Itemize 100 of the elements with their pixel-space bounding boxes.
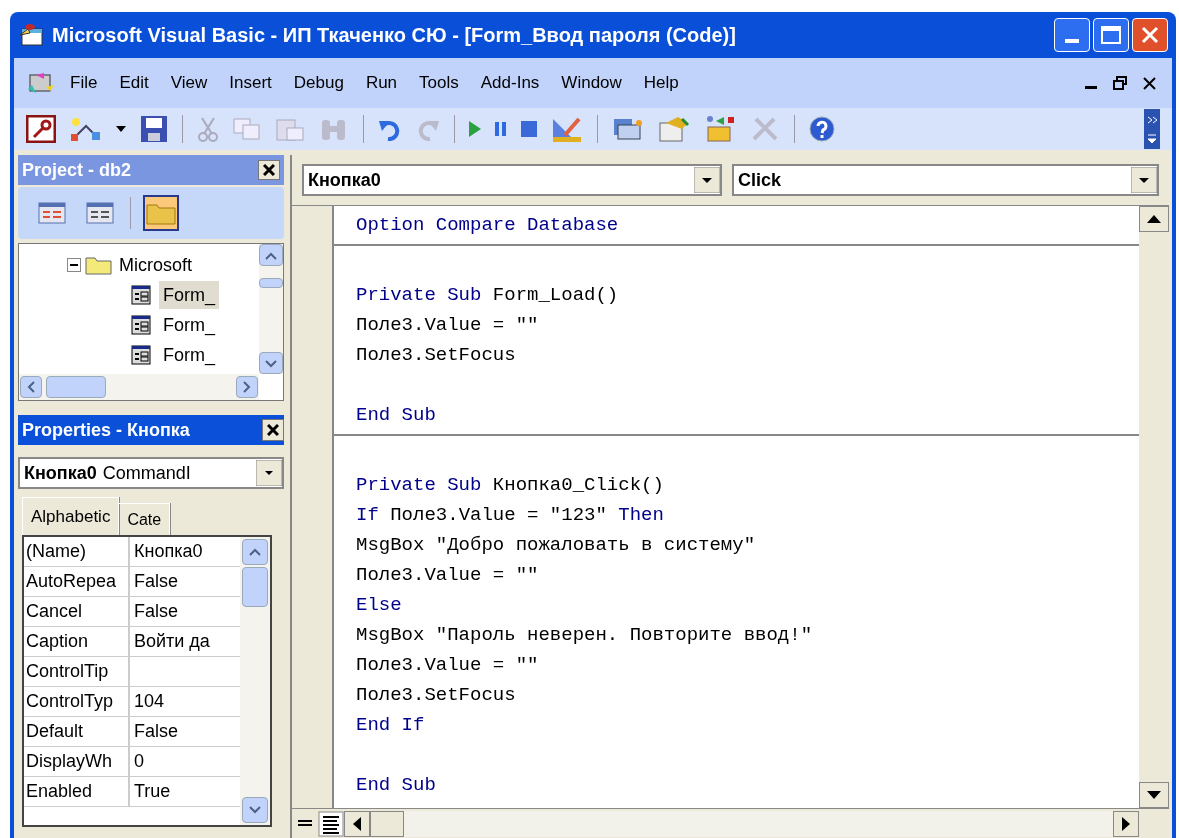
close-icon [267,424,279,436]
object-dropdown[interactable]: Кнопка0 CommandI [18,457,284,489]
folder-icon [146,201,176,225]
code-line: Поле3.Value = "" [355,653,540,678]
menu-item[interactable]: Insert [229,70,272,96]
full-module-view-icon[interactable] [318,810,344,837]
help-icon[interactable] [809,116,835,142]
down-arrow-icon [1147,791,1161,799]
property-value[interactable]: Кнопка0 [130,537,203,566]
property-name: ControlTip [24,657,130,686]
menu-item[interactable]: Debug [293,70,344,96]
close-button[interactable] [262,419,284,441]
code-line: Option Compare Database [355,213,620,238]
code-line: End Sub [355,773,437,798]
close-icon [1141,26,1159,44]
close-icon[interactable] [1143,76,1156,90]
run-icon[interactable] [469,121,481,137]
expander-icon[interactable] [67,258,81,272]
tab[interactable]: Alphabetic [22,497,120,535]
right-arrow-icon [1122,816,1130,831]
tree-item[interactable]: Form_ [159,341,219,369]
property-name: ControlTyp [24,687,130,716]
property-name: DisplayWh [24,747,130,776]
vertical-scrollbar[interactable] [240,537,270,825]
property-value[interactable]: 0 [130,747,144,776]
scroll-thumb[interactable] [46,376,106,398]
property-name: AutoRepea [24,567,130,596]
close-button[interactable] [258,160,280,180]
tree-item[interactable]: Form_ [159,311,219,339]
view-object-icon [86,202,114,224]
code-line: Else [355,593,403,618]
horizontal-scrollbar[interactable] [19,374,259,400]
up-arrow-icon [1147,215,1161,223]
code-line: End Sub [355,403,437,428]
property-value[interactable]: False [130,567,178,596]
form-icon [131,315,151,335]
panel-title: Properties - Кнопка [22,418,190,442]
property-name: Cancel [24,597,130,626]
vertical-scrollbar[interactable] [259,244,283,374]
form-icon [131,345,151,365]
tree-item[interactable]: Form_ [159,281,219,309]
maximize-button[interactable] [1093,18,1129,52]
toolbar-options-icon[interactable] [1144,109,1160,149]
dropdown-arrow-icon [256,460,282,486]
menu-item[interactable]: File [70,70,98,96]
dropdown-arrow-icon[interactable] [116,126,126,132]
menu-item[interactable]: Add-Ins [480,70,540,96]
property-value[interactable]: 104 [130,687,165,716]
property-value[interactable]: True [130,777,171,806]
folder-button[interactable] [143,195,179,231]
panel-title: Project - db2 [22,158,132,182]
menu-item[interactable]: Edit [119,70,149,96]
menu-item[interactable]: Help [643,70,679,96]
property-name: Default [24,717,130,746]
menu-item[interactable]: View [170,70,208,96]
tree-item[interactable]: Microsoft [117,251,194,279]
code-line: Private Sub Form_Load() [355,283,620,308]
dropdown-arrow-icon [1131,167,1157,193]
vertical-scrollbar[interactable] [1139,206,1169,808]
menu-item[interactable]: Tools [419,70,459,96]
code-line: Поле3.Value = "" [355,313,540,338]
property-name: Enabled [24,777,130,806]
restore-icon[interactable] [1113,76,1127,90]
code-line: MsgBox "Добро пожаловать в систему" [355,533,757,558]
view-code-icon [38,202,66,224]
menu-item[interactable]: Run [365,70,398,96]
object-dropdown[interactable]: Кнопка0 [302,164,722,196]
code-line: If Поле3.Value = "123" Then [355,503,665,528]
property-value[interactable]: False [130,597,178,626]
close-icon [263,164,275,176]
code-line: Поле3.SetFocus [355,683,517,708]
scroll-thumb[interactable] [370,810,404,837]
procedure-dropdown[interactable]: Click [732,164,1159,196]
scroll-thumb[interactable] [259,278,283,288]
property-value[interactable]: False [130,717,178,746]
pause-icon[interactable] [495,122,507,136]
design-mode-icon[interactable] [551,115,583,143]
code-line: Private Sub Кнопка0_Click() [355,473,665,498]
property-name: (Name) [24,537,130,566]
dropdown-arrow-icon [694,167,720,193]
code-line: Поле3.SetFocus [355,343,517,368]
property-value[interactable]: Войти да [130,627,210,656]
shapes-icon[interactable] [70,116,102,142]
code-line: MsgBox "Пароль неверен. Повторите ввод!" [355,623,814,648]
minimize-button[interactable] [1054,18,1090,52]
key-icon[interactable] [26,115,56,143]
toolbox-icon[interactable] [704,115,736,143]
save-icon[interactable] [140,115,168,143]
minimize-icon [1065,39,1079,43]
code-line: Поле3.Value = "" [355,563,540,588]
scroll-thumb[interactable] [242,567,268,607]
property-name: Caption [24,627,130,656]
menu-item[interactable]: Window [561,70,622,96]
code-line: End If [355,713,426,738]
form-icon [131,285,151,305]
left-arrow-icon [353,816,361,831]
horizontal-scrollbar[interactable] [344,810,1139,837]
folder-icon [85,255,113,275]
properties-icon[interactable] [658,115,690,143]
maximize-icon [1101,26,1121,44]
